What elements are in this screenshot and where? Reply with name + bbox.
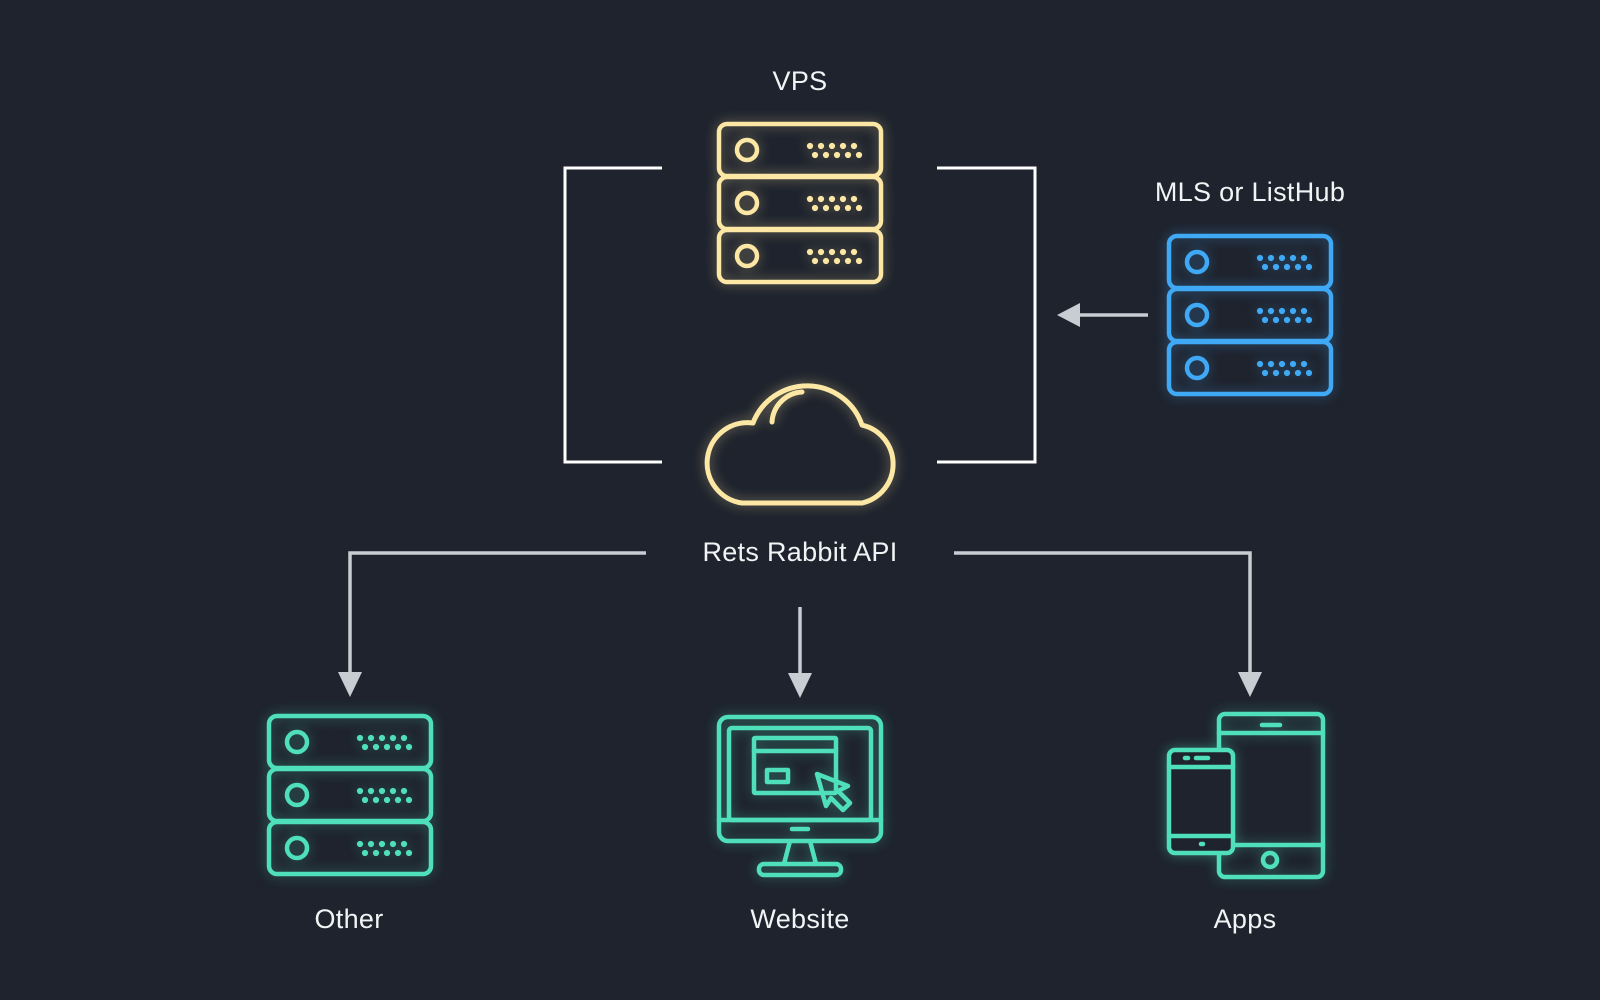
- architecture-diagram: [0, 0, 1600, 880]
- cloud-icon: [704, 383, 896, 506]
- bracket-right: [937, 166, 1037, 464]
- api-label: Rets Rabbit API: [702, 537, 898, 567]
- edge-api-to-apps: [954, 551, 1262, 697]
- website-label: Website: [750, 904, 850, 934]
- vps-label: VPS: [772, 66, 828, 96]
- other-server-icon: [269, 716, 431, 874]
- bracket-left: [563, 166, 662, 464]
- group-bracket: [563, 166, 1037, 464]
- website-monitor-icon: [716, 714, 884, 878]
- edge-mls-to-api: [1057, 303, 1148, 327]
- apps-label: Apps: [1213, 904, 1277, 934]
- mls-label: MLS or ListHub: [1154, 177, 1346, 207]
- edge-api-to-other: [338, 551, 646, 697]
- edge-api-to-website: [788, 607, 812, 698]
- apps-devices-icon: [1166, 711, 1326, 880]
- mls-server-icon: [1169, 236, 1331, 394]
- vps-server-icon: [719, 124, 881, 282]
- other-label: Other: [314, 904, 384, 934]
